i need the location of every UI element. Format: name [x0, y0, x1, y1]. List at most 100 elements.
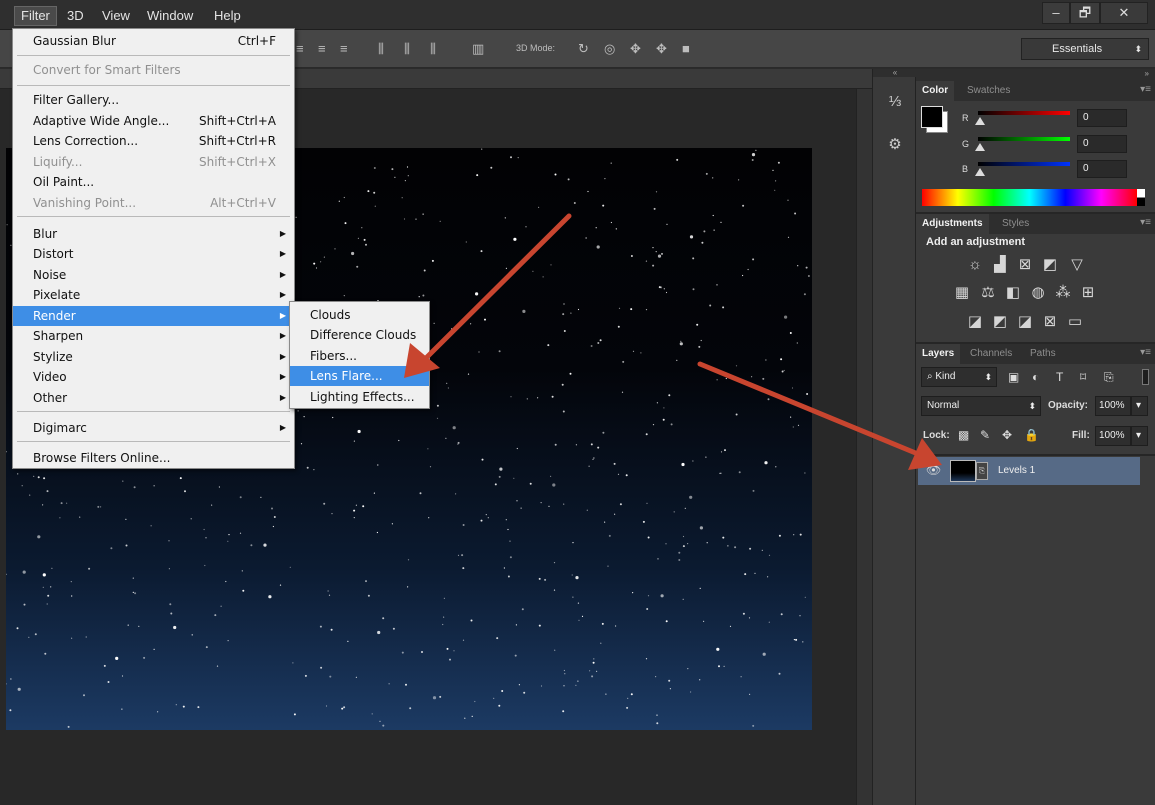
distribute-right-icon[interactable]: ⫼ [430, 41, 436, 57]
menu-item-lens-flare[interactable]: Lens Flare... [290, 366, 429, 386]
value-field-b[interactable]: 0 [1077, 160, 1127, 178]
tab-channels[interactable]: Channels [964, 344, 1018, 364]
menu-item-lens-correction[interactable]: Lens Correction... Shift+Ctrl+R [13, 131, 294, 151]
tab-swatches[interactable]: Swatches [961, 81, 1016, 101]
lock-all-icon[interactable]: 🔒 [1024, 428, 1039, 442]
distribute-center-icon[interactable]: ⫼ [404, 41, 410, 57]
color-spectrum-bar[interactable] [922, 189, 1137, 206]
auto-align-icon[interactable]: ▥ [472, 41, 484, 57]
menu-help[interactable]: Help [208, 6, 247, 26]
menu-item-lighting-effects[interactable]: Lighting Effects... [290, 387, 429, 407]
menu-view[interactable]: View [96, 6, 136, 26]
filter-pixel-icon[interactable]: ▣ [1008, 370, 1019, 384]
menu-item-adaptive-wide-angle[interactable]: Adaptive Wide Angle... Shift+Ctrl+A [13, 111, 294, 131]
3d-roll-icon[interactable]: ◎ [604, 41, 615, 57]
restore-button[interactable]: 🗗 [1070, 2, 1100, 24]
close-button[interactable]: ✕ [1100, 2, 1148, 24]
menu-item-filter-gallery[interactable]: Filter Gallery... [13, 90, 294, 110]
fill-dropdown-button[interactable]: ▾ [1131, 426, 1148, 446]
curves-icon[interactable]: ⊠ [1015, 256, 1035, 274]
tab-layers[interactable]: Layers [916, 344, 961, 364]
menu-item-oil-paint[interactable]: Oil Paint... [13, 172, 294, 192]
menu-item-distort[interactable]: Distort ▶ [13, 244, 294, 264]
gradient-map-icon[interactable]: ▭ [1065, 313, 1085, 331]
black-white-ramp[interactable] [1137, 189, 1145, 206]
history-icon[interactable]: ⅓ [881, 93, 909, 117]
minimize-button[interactable]: – [1042, 2, 1070, 24]
slider-thumb-g[interactable] [975, 143, 985, 151]
slider-track-r[interactable] [978, 111, 1070, 115]
slider-track-g[interactable] [978, 137, 1070, 141]
vibrance-icon[interactable]: ▽ [1067, 256, 1087, 274]
photo-filter-icon[interactable]: ◍ [1028, 284, 1048, 302]
channel-mixer-icon[interactable]: ⁂ [1053, 284, 1073, 302]
menu-window[interactable]: Window [141, 6, 199, 26]
panel-menu-icon[interactable]: ▾≡ [1140, 347, 1151, 358]
menu-item-blur[interactable]: Blur ▶ [13, 224, 294, 244]
filter-adjustment-icon[interactable]: ◐ [1032, 370, 1039, 384]
properties-icon[interactable]: ⚙ [881, 135, 909, 159]
exposure-icon[interactable]: ◩ [1040, 256, 1060, 274]
filter-toggle-switch[interactable] [1142, 369, 1149, 385]
menu-item-digimarc[interactable]: Digimarc ▶ [13, 418, 294, 438]
filter-type-icon[interactable]: T [1056, 370, 1063, 384]
foreground-color-swatch[interactable] [921, 106, 943, 128]
menu-item-video[interactable]: Video ▶ [13, 367, 294, 387]
menu-item-difference-clouds[interactable]: Difference Clouds [290, 325, 429, 345]
filter-smart-object-icon[interactable]: ⎘ [1104, 370, 1114, 385]
3d-scale-icon[interactable]: ■ [682, 41, 690, 56]
tab-styles[interactable]: Styles [996, 214, 1035, 234]
invert-icon[interactable]: ◪ [965, 313, 985, 331]
3d-rotate-icon[interactable]: ↻ [578, 41, 589, 57]
black-white-icon[interactable]: ◧ [1003, 284, 1023, 302]
menu-item-vanishing-point[interactable]: Vanishing Point... Alt+Ctrl+V [13, 193, 294, 213]
menu-item-noise[interactable]: Noise ▶ [13, 265, 294, 285]
panel-menu-icon[interactable]: ▾≡ [1140, 84, 1151, 95]
menu-item-stylize[interactable]: Stylize ▶ [13, 347, 294, 367]
fill-field[interactable]: 100% [1095, 426, 1131, 446]
lock-brush-icon[interactable]: ✎ [980, 428, 990, 442]
blend-mode-select[interactable]: Normal ⬍ [921, 396, 1041, 416]
slider-thumb-b[interactable] [975, 168, 985, 176]
panel-menu-icon[interactable]: ▾≡ [1140, 217, 1151, 228]
menu-item-fibers[interactable]: Fibers... [290, 346, 429, 366]
3d-slide-icon[interactable]: ✥ [656, 41, 667, 57]
levels-icon[interactable]: ▟ [990, 256, 1010, 274]
align-middle-icon[interactable]: ≡ [318, 41, 326, 56]
slider-thumb-r[interactable] [975, 117, 985, 125]
expand-panels-icon[interactable]: » [1145, 69, 1149, 78]
menu-item-convert-for-smart-filters[interactable]: Convert for Smart Filters [13, 60, 294, 80]
filter-shape-icon[interactable]: ⌑ [1080, 370, 1086, 384]
menu-item-sharpen[interactable]: Sharpen ▶ [13, 326, 294, 346]
hue-saturation-icon[interactable]: ▦ [952, 284, 972, 302]
brightness-contrast-icon[interactable]: ☼ [965, 256, 985, 274]
slider-track-b[interactable] [978, 162, 1070, 166]
tab-adjustments[interactable]: Adjustments [916, 214, 989, 234]
selective-color-icon[interactable]: ⊠ [1040, 313, 1060, 331]
3d-drag-icon[interactable]: ✥ [630, 41, 641, 57]
menu-item-clouds[interactable]: Clouds [290, 305, 429, 325]
color-balance-icon[interactable]: ⚖ [978, 284, 998, 302]
menu-item-browse-filters-online[interactable]: Browse Filters Online... [13, 448, 294, 468]
menu-3d[interactable]: 3D [61, 6, 90, 26]
layer-filter-kind-select[interactable]: ⌕ Kind ⬍ [921, 367, 997, 387]
align-bottom-icon[interactable]: ≡ [340, 41, 348, 56]
menu-item-render[interactable]: Render ▶ [13, 306, 294, 326]
layer-row[interactable]: 👁 ⎘ Levels 1 [918, 457, 1140, 485]
align-top-icon[interactable]: ≡ [296, 41, 304, 56]
lock-transparent-icon[interactable]: ▩ [958, 428, 969, 442]
vertical-scrollbar[interactable] [856, 89, 872, 805]
tab-color[interactable]: Color [916, 81, 955, 101]
menu-item-liquify[interactable]: Liquify... Shift+Ctrl+X [13, 152, 294, 172]
opacity-dropdown-button[interactable]: ▾ [1131, 396, 1148, 416]
eye-icon[interactable]: 👁 [926, 463, 941, 477]
opacity-field[interactable]: 100% [1095, 396, 1131, 416]
tab-paths[interactable]: Paths [1024, 344, 1062, 364]
collapse-dock-icon[interactable]: « [873, 69, 917, 77]
menu-filter[interactable]: Filter [14, 6, 57, 26]
distribute-left-icon[interactable]: ⫼ [378, 41, 384, 57]
menu-item-gaussian-blur[interactable]: Gaussian Blur Ctrl+F [13, 31, 294, 51]
threshold-icon[interactable]: ◪ [1015, 313, 1035, 331]
color-lookup-icon[interactable]: ⊞ [1078, 284, 1098, 302]
value-field-r[interactable]: 0 [1077, 109, 1127, 127]
